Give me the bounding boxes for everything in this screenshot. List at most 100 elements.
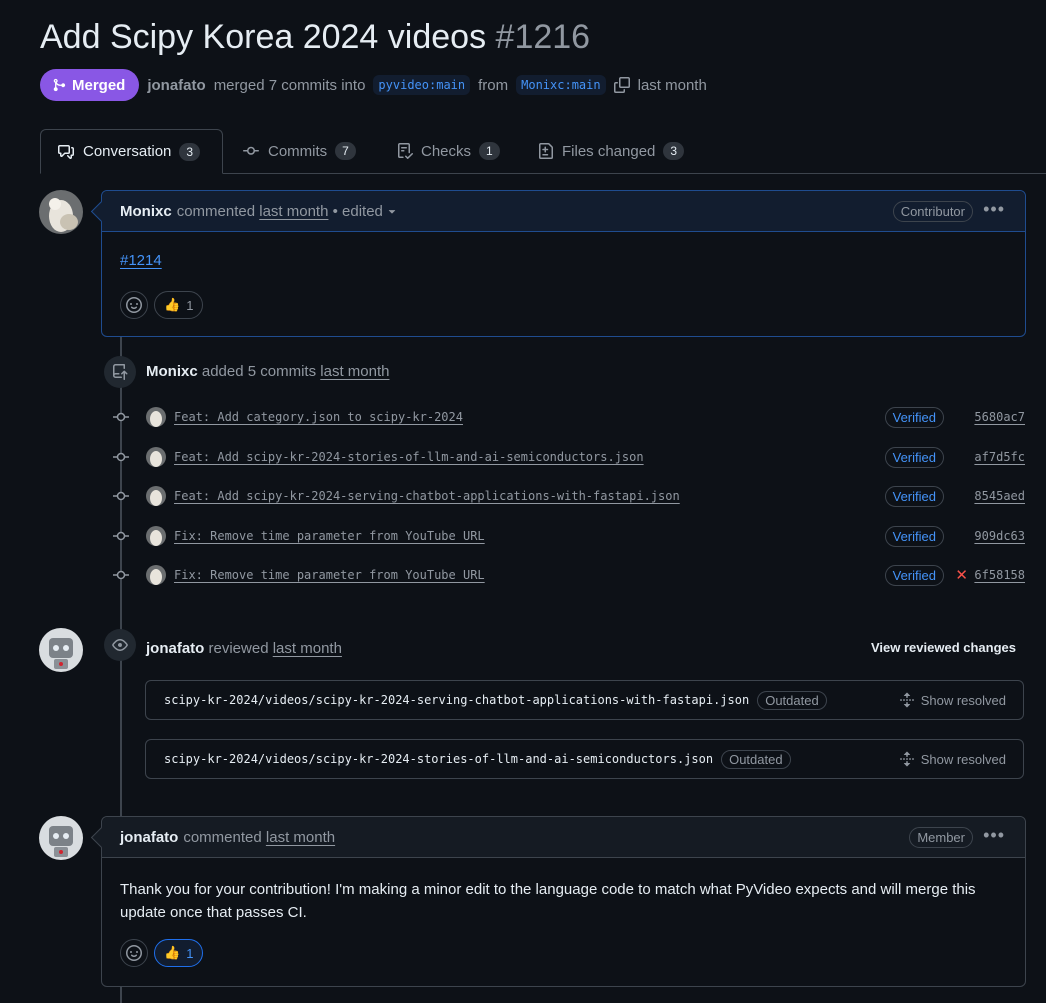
add-reaction-button[interactable] <box>120 291 148 319</box>
commit-dot-icon <box>112 567 130 583</box>
tab-commits-label: Commits <box>268 142 328 160</box>
verified-badge[interactable]: Verified <box>884 446 944 468</box>
review-time[interactable]: last month <box>273 640 342 657</box>
review-author[interactable]: jonafato <box>146 640 204 657</box>
thumbs-up-count: 1 <box>186 297 194 313</box>
merged-state-label: Merged <box>72 76 126 94</box>
commit-sha[interactable]: 5680ac7 <box>974 410 1025 424</box>
tab-checks[interactable]: Checks 1 <box>381 129 516 173</box>
view-reviewed-changes-link[interactable]: View reviewed changes <box>871 640 1016 655</box>
commit-sha[interactable]: 909dc63 <box>974 529 1025 543</box>
commit-sha[interactable]: 8545aed <box>974 489 1025 503</box>
avatar-jonafato[interactable] <box>39 628 83 672</box>
outdated-badge: Outdated <box>757 690 827 710</box>
merger-username[interactable]: jonafato <box>147 77 205 94</box>
unfold-icon <box>899 692 914 708</box>
comment-time[interactable]: last month <box>259 203 328 220</box>
issue-link[interactable]: #1214 <box>120 252 162 269</box>
commit-author-avatar[interactable] <box>146 447 166 467</box>
commits-event-text: Monixc added 5 commits last month <box>146 363 389 380</box>
contributor-badge: Contributor <box>892 201 973 222</box>
merged-state-badge: Merged <box>40 69 140 101</box>
commit-row: Fix: Remove time parameter from YouTube … <box>112 524 1025 548</box>
tab-conversation-count: 3 <box>179 142 201 161</box>
pr-tabs: Conversation 3 Commits 7 Checks 1 Files … <box>40 129 1046 174</box>
x-icon[interactable]: ✕ <box>955 566 968 584</box>
second-comment-header: jonafato commented last month Member ••• <box>102 817 1025 858</box>
review-file-path[interactable]: scipy-kr-2024/videos/scipy-kr-2024-stori… <box>164 752 713 766</box>
tab-conversation[interactable]: Conversation 3 <box>40 129 223 174</box>
commit-author-avatar[interactable] <box>146 526 166 546</box>
second-comment: jonafato commented last month Member •••… <box>90 816 1026 987</box>
commit-author-avatar[interactable] <box>146 565 166 585</box>
verified-badge[interactable]: Verified <box>884 564 944 586</box>
commit-message[interactable]: Feat: Add category.json to scipy-kr-2024 <box>174 410 463 424</box>
comment-action: commented <box>183 828 262 846</box>
thumbs-up-count: 1 <box>186 945 194 961</box>
comment-time[interactable]: last month <box>266 829 335 846</box>
thumbs-up-icon: 👍 <box>164 297 181 312</box>
avatar-monixc[interactable] <box>39 190 83 234</box>
add-reaction-button[interactable] <box>120 939 148 967</box>
merge-time[interactable]: last month <box>638 77 707 94</box>
commit-dot-icon <box>112 528 130 544</box>
tab-files-changed-count: 3 <box>663 142 685 160</box>
commit-author-avatar[interactable] <box>146 407 166 427</box>
from-text: from <box>478 76 509 94</box>
comment-author[interactable]: Monixc <box>120 203 172 220</box>
review-file-path[interactable]: scipy-kr-2024/videos/scipy-kr-2024-servi… <box>164 693 749 707</box>
comment-discussion-icon <box>58 144 74 159</box>
commits-event-time[interactable]: last month <box>320 363 389 380</box>
second-comment-body: Thank you for your contribution! I'm mak… <box>120 881 976 921</box>
review-thread: scipy-kr-2024/videos/scipy-kr-2024-servi… <box>145 680 1024 720</box>
first-comment: Monixc commented last month • edited Con… <box>90 190 1026 337</box>
verified-badge[interactable]: Verified <box>884 525 944 547</box>
commit-row: Feat: Add category.json to scipy-kr-2024… <box>112 405 1025 429</box>
thumbs-up-reaction[interactable]: 👍 1 <box>154 291 204 319</box>
commit-dot-icon <box>112 488 130 504</box>
pr-title-text: Add Scipy Korea 2024 videos <box>40 18 487 56</box>
pr-number: #1216 <box>495 18 591 56</box>
review-thread: scipy-kr-2024/videos/scipy-kr-2024-stori… <box>145 739 1024 779</box>
verified-badge[interactable]: Verified <box>884 406 944 428</box>
base-branch[interactable]: pyvideo:main <box>373 75 471 95</box>
show-resolved-button[interactable]: Show resolved <box>899 692 1006 708</box>
comment-action: commented <box>176 202 256 220</box>
commit-sha[interactable]: af7d5fc <box>974 450 1025 464</box>
second-comment-reactions: 👍 1 <box>120 939 204 967</box>
tab-checks-count: 1 <box>479 142 500 160</box>
commit-message[interactable]: Fix: Remove time parameter from YouTube … <box>174 568 485 582</box>
commit-message[interactable]: Fix: Remove time parameter from YouTube … <box>174 529 485 543</box>
review-event-icon <box>104 629 136 661</box>
avatar-jonafato[interactable] <box>39 816 83 860</box>
commit-message[interactable]: Feat: Add scipy-kr-2024-serving-chatbot-… <box>174 489 680 503</box>
kebab-menu-icon[interactable]: ••• <box>983 199 1005 220</box>
review-action: reviewed <box>208 640 269 657</box>
show-resolved-button[interactable]: Show resolved <box>899 751 1006 767</box>
thumbs-up-reaction[interactable]: 👍 1 <box>154 939 204 967</box>
commit-row: Feat: Add scipy-kr-2024-serving-chatbot-… <box>112 484 1025 508</box>
commit-message[interactable]: Feat: Add scipy-kr-2024-stories-of-llm-a… <box>174 450 644 464</box>
edited-dropdown[interactable]: • edited <box>333 203 383 220</box>
head-branch[interactable]: Monixc:main <box>516 75 606 95</box>
tab-commits[interactable]: Commits 7 <box>226 129 372 173</box>
tab-files-changed[interactable]: Files changed 3 <box>522 129 700 173</box>
first-comment-header: Monixc commented last month • edited Con… <box>102 191 1025 232</box>
thumbs-up-icon: 👍 <box>164 945 181 960</box>
kebab-menu-icon[interactable]: ••• <box>983 825 1005 846</box>
git-commit-icon <box>243 146 259 155</box>
review-event-text: jonafato reviewed last month <box>146 640 342 657</box>
commits-event-author[interactable]: Monixc <box>146 363 198 380</box>
verified-badge[interactable]: Verified <box>884 485 944 507</box>
copy-icon[interactable] <box>613 77 630 93</box>
commit-sha[interactable]: 6f58158 <box>974 568 1025 582</box>
commit-row: Fix: Remove time parameter from YouTube … <box>112 563 1025 587</box>
triangle-down-icon[interactable] <box>385 203 399 219</box>
commit-author-avatar[interactable] <box>146 486 166 506</box>
commits-event-action: added 5 commits <box>201 363 317 380</box>
outdated-badge: Outdated <box>721 749 791 769</box>
checklist-icon <box>398 143 413 159</box>
pr-meta: Merged jonafato merged 7 commits into py… <box>40 69 707 101</box>
tab-files-changed-label: Files changed <box>562 142 656 160</box>
comment-author[interactable]: jonafato <box>120 829 178 846</box>
